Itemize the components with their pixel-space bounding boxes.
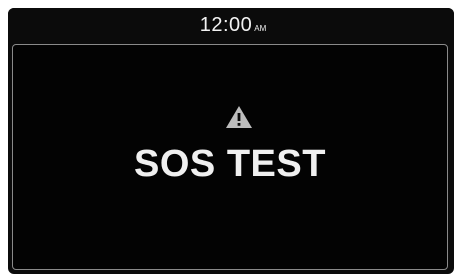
status-bar: 12:00 AM <box>8 8 454 42</box>
alert-message: SOS TEST <box>134 143 326 185</box>
clock-time: 12:00 <box>199 13 253 36</box>
sos-alert-panel: SOS TEST <box>12 44 448 270</box>
clock: 12:00 AM <box>200 14 267 37</box>
warning-icon <box>226 106 252 128</box>
clock-ampm: AM <box>254 23 267 33</box>
head-unit-screen: 12:00 AM SOS TEST <box>8 8 454 274</box>
